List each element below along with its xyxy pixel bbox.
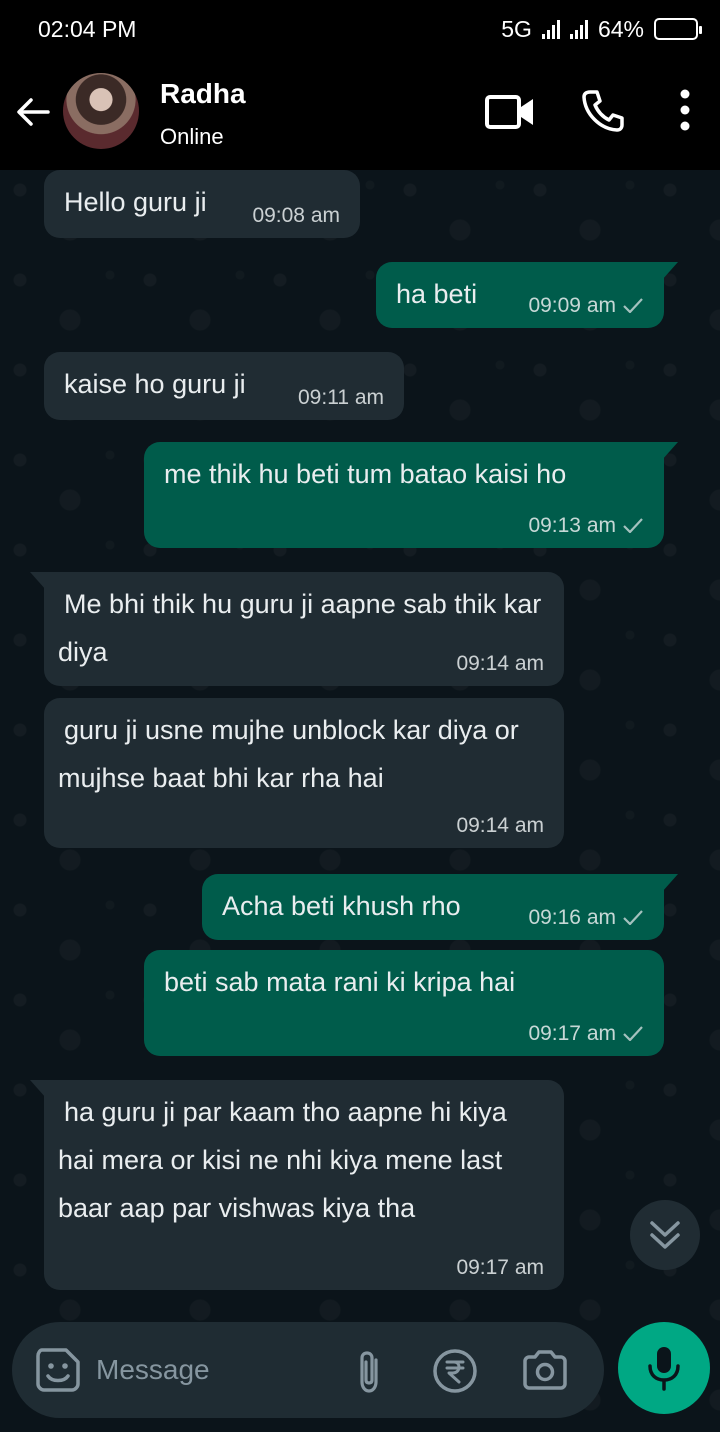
message-bubble-incoming[interactable]: guru ji usne mujhe unblock kar diya or m…: [44, 698, 564, 848]
voice-record-button[interactable]: [618, 1322, 710, 1414]
message-bubble-incoming[interactable]: Hello guru ji 09:08 am: [44, 170, 360, 238]
contact-avatar[interactable]: [63, 73, 139, 149]
scroll-to-bottom-button[interactable]: [630, 1200, 700, 1270]
message-time: 09:16 am: [528, 906, 616, 929]
message-time: 09:11 am: [298, 386, 384, 409]
sent-check-icon: [623, 298, 643, 313]
message-text: guru ji usne mujhe unblock kar diya or m…: [58, 715, 527, 793]
rupee-payment-icon[interactable]: [432, 1348, 478, 1394]
message-bubble-outgoing[interactable]: ha beti 09:09 am: [376, 262, 678, 328]
message-bubble-outgoing[interactable]: me thik hu beti tum batao kaisi ho 09:13…: [144, 442, 678, 548]
message-time-row: 09:17 am: [528, 1022, 644, 1046]
message-time: 09:14 am: [456, 814, 544, 837]
sent-check-icon: [623, 910, 643, 925]
status-bar: 02:04 PM 5G 64%: [0, 0, 720, 58]
message-time-row: 09:16 am: [528, 906, 644, 930]
message-composer: [12, 1322, 604, 1418]
message-bubble-incoming[interactable]: ha guru ji par kaam tho aapne hi kiya ha…: [30, 1080, 564, 1290]
status-indicators: 5G 64%: [501, 15, 702, 43]
chat-area[interactable]: Hello guru ji 09:08 am ha beti 09:09 am …: [0, 170, 720, 1432]
message-bubble-incoming[interactable]: kaise ho guru ji 09:11 am: [44, 352, 404, 420]
contact-name[interactable]: Radha: [160, 78, 246, 110]
message-time: 09:14 am: [456, 652, 544, 675]
message-time: 09:17 am: [528, 1022, 616, 1045]
chat-header: Radha Online: [0, 58, 720, 170]
message-bubble-outgoing[interactable]: beti sab mata rani ki kripa hai 09:17 am: [144, 950, 664, 1056]
message-time: 09:09 am: [528, 294, 616, 317]
message-time: 09:17 am: [456, 1256, 544, 1279]
battery-icon: [654, 18, 702, 40]
more-options-icon[interactable]: [674, 88, 696, 132]
message-bubble-outgoing[interactable]: Acha beti khush rho 09:16 am: [202, 874, 678, 940]
video-call-icon[interactable]: [484, 90, 536, 134]
message-text: beti sab mata rani ki kripa hai: [164, 967, 516, 997]
phone-call-icon[interactable]: [580, 88, 626, 134]
message-text: ha guru ji par kaam tho aapne hi kiya ha…: [58, 1097, 515, 1223]
status-time: 02:04 PM: [38, 15, 137, 42]
network-label: 5G: [501, 15, 532, 42]
signal-strength-icon: [541, 19, 560, 39]
message-time: 09:08 am: [252, 204, 340, 227]
attach-icon[interactable]: [352, 1348, 386, 1396]
sent-check-icon: [623, 1026, 643, 1041]
mic-icon: [648, 1347, 680, 1391]
message-time: 09:13 am: [528, 514, 616, 537]
camera-icon[interactable]: [520, 1349, 570, 1391]
message-time-row: 09:13 am: [528, 514, 644, 538]
message-input[interactable]: [96, 1346, 336, 1394]
message-time-row: 09:09 am: [528, 294, 644, 318]
double-chevron-down-icon: [650, 1221, 680, 1249]
sent-check-icon: [623, 518, 643, 533]
message-text: me thik hu beti tum batao kaisi ho: [164, 459, 567, 489]
back-arrow-icon[interactable]: [14, 93, 52, 131]
signal-strength-icon-2: [569, 19, 588, 39]
contact-status: Online: [160, 124, 224, 149]
battery-percent: 64%: [597, 15, 644, 42]
message-bubble-incoming[interactable]: Me bhi thik hu guru ji aapne sab thik ka…: [30, 572, 564, 686]
sticker-icon[interactable]: [34, 1346, 82, 1394]
